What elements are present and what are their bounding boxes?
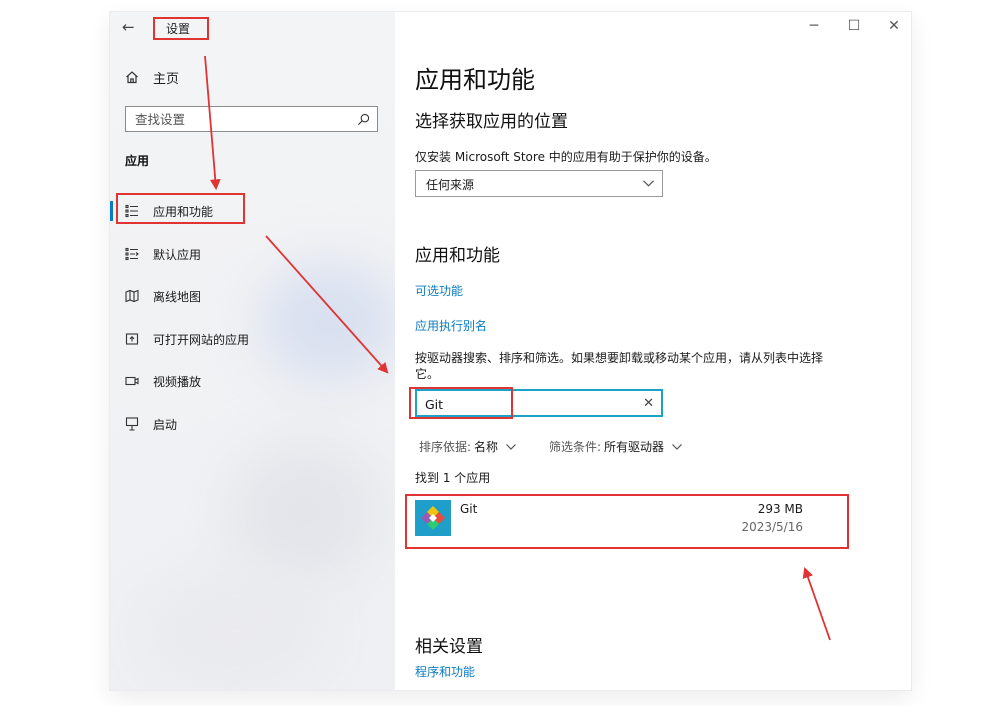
sidebar-item-startup[interactable]: 启动 <box>110 406 395 442</box>
chevron-down-icon <box>643 180 654 187</box>
chevron-down-icon <box>672 443 682 450</box>
search-icon[interactable] <box>357 113 370 126</box>
git-app-icon <box>415 500 451 536</box>
filter-by-dropdown[interactable]: 筛选条件: 所有驱动器 <box>549 438 682 455</box>
sort-by-label: 排序依据: <box>419 440 472 454</box>
clear-search-icon[interactable]: ✕ <box>643 396 654 411</box>
app-install-date: 2023/5/16 <box>741 520 803 534</box>
sort-by-value: 名称 <box>474 440 499 454</box>
sidebar-item-apps-for-websites[interactable]: 可打开网站的应用 <box>110 321 395 357</box>
sidebar-item-label: 应用和功能 <box>153 204 214 219</box>
apps-features-icon <box>125 204 138 218</box>
settings-window: ← 设置 主页 应用 应用和功能 <box>110 12 911 690</box>
app-list-search-input[interactable] <box>425 395 625 413</box>
app-execution-aliases-link[interactable]: 应用执行别名 <box>415 317 487 334</box>
apps-for-websites-icon <box>125 333 139 345</box>
close-icon: ✕ <box>888 18 900 34</box>
sidebar-item-label: 离线地图 <box>153 289 202 304</box>
back-arrow-icon: ← <box>122 18 135 36</box>
app-list-item-git[interactable]: Git 293 MB 2023/5/16 <box>415 495 825 537</box>
maximize-icon: ☐ <box>847 18 861 34</box>
sidebar-item-label: 启动 <box>153 417 178 432</box>
programs-features-link[interactable]: 程序和功能 <box>415 663 475 680</box>
sidebar-item-label: 默认应用 <box>153 247 202 262</box>
apps-search-description: 按驱动器搜索、排序和筛选。如果想要卸载或移动某个应用，请从列表中选择它。 <box>415 351 824 381</box>
settings-search-input[interactable] <box>126 108 357 130</box>
minimize-icon: ─ <box>809 18 819 34</box>
app-list-search-box[interactable]: ✕ <box>415 389 663 417</box>
close-button[interactable]: ✕ <box>882 18 906 34</box>
home-icon <box>126 71 138 84</box>
install-source-description: 仅安装 Microsoft Store 中的应用有助于保护你的设备。 <box>415 150 717 164</box>
startup-icon <box>125 417 139 431</box>
sidebar-item-label: 视频播放 <box>153 374 202 389</box>
sidebar-item-default-apps[interactable]: 默认应用 <box>110 236 395 272</box>
sidebar: ← 设置 主页 应用 应用和功能 <box>110 12 395 690</box>
related-settings-heading: 相关设置 <box>415 637 483 657</box>
default-apps-icon <box>125 247 139 261</box>
sidebar-item-video-playback[interactable]: 视频播放 <box>110 363 395 399</box>
sidebar-section-heading: 应用 <box>125 154 150 168</box>
app-name: Git <box>460 502 478 516</box>
optional-features-link[interactable]: 可选功能 <box>415 282 463 299</box>
maximize-button[interactable]: ☐ <box>842 18 866 34</box>
filter-by-label: 筛选条件: <box>549 440 602 454</box>
sidebar-item-home[interactable]: 主页 <box>125 66 179 88</box>
app-size: 293 MB <box>757 502 803 516</box>
apps-features-heading: 应用和功能 <box>415 246 500 266</box>
window-title: 设置 <box>166 22 191 36</box>
page-title: 应用和功能 <box>415 66 535 94</box>
chevron-down-icon <box>506 443 516 450</box>
minimize-button[interactable]: ─ <box>802 18 826 34</box>
install-source-heading: 选择获取应用的位置 <box>415 112 568 132</box>
sidebar-item-label: 主页 <box>153 71 180 87</box>
sidebar-item-apps-features[interactable]: 应用和功能 <box>110 193 395 229</box>
install-source-dropdown[interactable]: 任何来源 <box>415 170 663 197</box>
sidebar-item-label: 可打开网站的应用 <box>153 332 250 347</box>
offline-maps-icon <box>125 289 139 303</box>
sort-by-dropdown[interactable]: 排序依据: 名称 <box>419 438 516 455</box>
install-source-value: 任何来源 <box>426 178 475 192</box>
video-playback-icon <box>125 376 139 386</box>
filter-by-value: 所有驱动器 <box>604 440 665 454</box>
sidebar-item-offline-maps[interactable]: 离线地图 <box>110 278 395 314</box>
result-count: 找到 1 个应用 <box>415 471 491 485</box>
main-content: ─ ☐ ✕ 应用和功能 选择获取应用的位置 仅安装 Microsoft Stor… <box>395 12 911 690</box>
back-button[interactable]: ← <box>122 18 135 36</box>
settings-search-box[interactable] <box>125 106 378 132</box>
